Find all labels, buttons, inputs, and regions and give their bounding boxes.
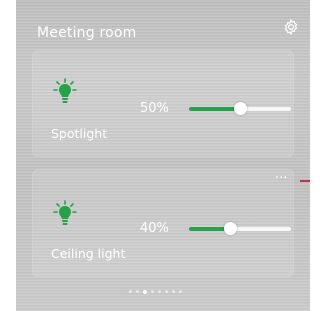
lightbulb-icon <box>53 200 77 230</box>
brightness-slider[interactable] <box>189 102 291 116</box>
page-indicator <box>129 289 182 296</box>
room-widget: Meeting room Spotlight 50% Ceiling light… <box>16 0 310 311</box>
more-icon[interactable]: ··· <box>275 172 287 185</box>
brightness-value: 50% <box>140 101 169 116</box>
page-dot[interactable] <box>143 289 147 294</box>
gear-icon[interactable] <box>282 18 300 36</box>
page-dot[interactable] <box>136 290 139 293</box>
page-dot[interactable] <box>165 290 168 293</box>
page-dot[interactable] <box>151 290 154 293</box>
device-card-spotlight[interactable]: Spotlight 50% <box>32 50 294 157</box>
slider-fill <box>189 107 240 111</box>
brightness-slider[interactable] <box>189 222 291 236</box>
highlight-line <box>300 180 310 182</box>
page-dot[interactable] <box>158 290 161 293</box>
room-title: Meeting room <box>37 25 137 41</box>
page-dot[interactable] <box>129 290 132 293</box>
slider-thumb[interactable] <box>223 222 237 235</box>
device-name: Ceiling light <box>51 246 126 261</box>
brightness-value: 40% <box>140 221 169 236</box>
page-dot[interactable] <box>179 290 182 293</box>
slider-thumb[interactable] <box>234 102 247 115</box>
device-card-ceiling-light[interactable]: Ceiling light 40% <box>32 169 294 277</box>
device-name: Spotlight <box>51 126 108 141</box>
page-dot[interactable] <box>172 290 175 293</box>
lightbulb-icon <box>53 78 77 108</box>
